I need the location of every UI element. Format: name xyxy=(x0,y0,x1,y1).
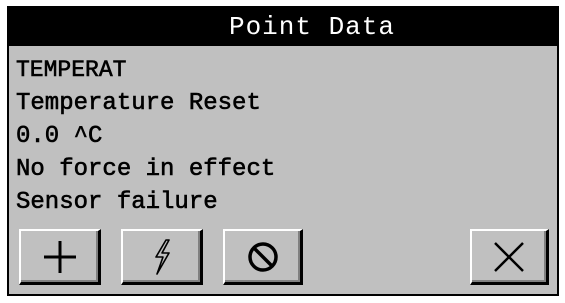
lightning-icon xyxy=(147,237,177,277)
sensor-status: Sensor failure xyxy=(16,189,218,217)
disable-button[interactable] xyxy=(223,229,303,285)
close-icon xyxy=(489,237,529,277)
plus-icon xyxy=(40,237,80,277)
point-details: TEMPERAT Temperature Reset 0.0 ^C No for… xyxy=(16,54,276,219)
add-button[interactable] xyxy=(19,229,101,285)
force-status: No force in effect xyxy=(16,156,276,184)
point-value: 0.0 ^C xyxy=(16,123,103,151)
point-description: Temperature Reset xyxy=(16,90,261,118)
force-button[interactable] xyxy=(121,229,203,285)
point-name: TEMPERAT xyxy=(16,57,127,84)
window-title: Point Data xyxy=(9,8,557,46)
close-button[interactable] xyxy=(470,229,549,285)
prohibited-icon xyxy=(243,237,283,277)
